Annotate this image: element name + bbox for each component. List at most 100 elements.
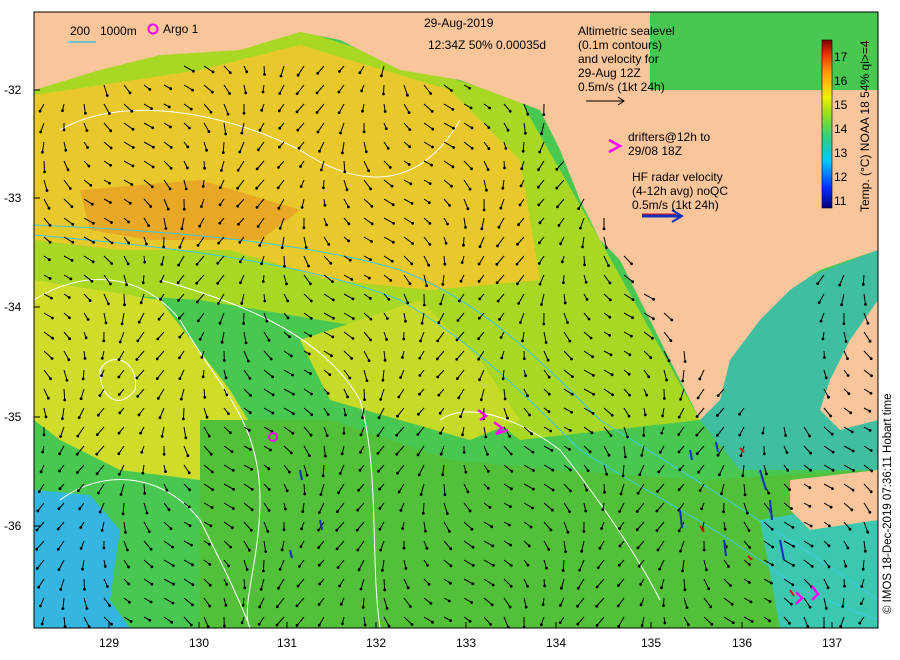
- velocity-arrow-head: [166, 207, 170, 211]
- velocity-arrow-head: [342, 432, 346, 435]
- velocity-arrow-head: [139, 301, 143, 305]
- velocity-arrow-head: [497, 225, 501, 229]
- lon-tick: 136: [731, 636, 753, 650]
- velocity-arrow-head: [616, 604, 620, 608]
- velocity-arrow-head: [335, 547, 339, 551]
- velocity-arrow-head: [595, 604, 599, 608]
- velocity-arrow-head: [250, 508, 254, 512]
- velocity-arrow-head: [566, 530, 570, 534]
- velocity-arrow-head: [278, 226, 282, 230]
- velocity-arrow-head: [439, 452, 443, 456]
- velocity-arrow: [363, 388, 365, 400]
- velocity-arrow-head: [189, 623, 193, 627]
- velocity-arrow-head: [551, 488, 555, 492]
- velocity-arrow-head: [448, 204, 451, 207]
- velocity-arrow-head: [486, 469, 490, 473]
- velocity-arrow-head: [471, 564, 475, 567]
- velocity-arrow-head: [547, 410, 551, 414]
- velocity-arrow-head: [771, 545, 775, 549]
- velocity-arrow-head: [317, 511, 321, 514]
- velocity-arrow-head: [160, 263, 164, 266]
- velocity-arrow-head: [658, 567, 661, 571]
- velocity-arrow-head: [499, 206, 503, 210]
- velocity-arrow-head: [319, 493, 323, 496]
- velocity-arrow-head: [255, 167, 259, 171]
- velocity-arrow-head: [490, 525, 494, 529]
- velocity-arrow-head: [842, 322, 846, 325]
- velocity-arrow-head: [182, 417, 185, 421]
- velocity-arrow-head: [399, 376, 402, 379]
- velocity-arrow-head: [618, 527, 621, 530]
- velocity-arrow-head: [538, 241, 541, 245]
- velocity-arrow-head: [307, 352, 311, 356]
- velocity-arrow-head: [722, 510, 725, 514]
- velocity-arrow-head: [369, 338, 372, 342]
- velocity-arrow-head: [250, 488, 254, 491]
- velocity-arrow-head: [863, 549, 867, 553]
- velocity-arrow-head: [466, 207, 470, 211]
- velocity-arrow-head: [279, 74, 283, 78]
- velocity-arrow-head: [208, 604, 212, 608]
- velocity-arrow-head: [631, 298, 635, 301]
- velocity-arrow-head: [603, 490, 606, 494]
- velocity-arrow-head: [230, 450, 234, 453]
- velocity-arrow-head: [538, 150, 542, 154]
- velocity-arrow-head: [517, 302, 520, 305]
- velocity-arrow-head: [269, 448, 272, 452]
- velocity-arrow-head: [788, 621, 791, 625]
- velocity-arrow-head: [519, 321, 522, 324]
- velocity-arrow-head: [180, 227, 184, 231]
- velocity-arrow-head: [608, 281, 612, 285]
- velocity-arrow-head: [338, 70, 341, 73]
- velocity-arrow-head: [677, 529, 681, 533]
- velocity-arrow: [222, 141, 225, 153]
- velocity-arrow-head: [351, 297, 355, 301]
- velocity-arrow-head: [35, 528, 39, 532]
- velocity-arrow-head: [135, 358, 139, 361]
- velocity-arrow-head: [71, 223, 75, 226]
- velocity-arrow-head: [868, 409, 872, 413]
- velocity-arrow-head: [478, 297, 482, 301]
- velocity-arrow-head: [62, 128, 66, 132]
- velocity-arrow-head: [237, 222, 240, 226]
- velocity-arrow-head: [250, 467, 254, 471]
- velocity-arrow-head: [546, 358, 550, 362]
- velocity-arrow-head: [524, 605, 528, 609]
- velocity-arrow-head: [727, 565, 730, 568]
- velocity-arrow-head: [231, 468, 235, 472]
- velocity-arrow-head: [829, 505, 833, 509]
- velocity-arrow-head: [491, 544, 495, 548]
- velocity-arrow-head: [605, 472, 608, 476]
- velocity-arrow-head: [859, 602, 863, 605]
- velocity-arrow-head: [419, 493, 423, 496]
- legend-contour-200: 200: [70, 24, 91, 38]
- velocity-arrow-head: [547, 392, 551, 396]
- velocity-arrow-head: [410, 202, 414, 205]
- velocity-arrow-head: [231, 526, 234, 530]
- velocity-arrow-head: [649, 356, 653, 360]
- velocity-arrow-head: [621, 474, 625, 478]
- velocity-arrow-head: [83, 587, 86, 591]
- velocity-arrow-head: [679, 549, 682, 553]
- velocity-arrow-head: [829, 414, 832, 418]
- velocity-arrow-head: [177, 263, 181, 267]
- velocity-arrow-head: [357, 488, 361, 492]
- velocity-arrow-head: [124, 531, 127, 534]
- velocity-arrow-head: [592, 392, 595, 396]
- velocity-arrow-head: [238, 150, 242, 154]
- velocity-arrow-head: [149, 547, 153, 551]
- velocity-arrow-head: [418, 356, 422, 360]
- velocity-arrow-head: [39, 604, 42, 608]
- velocity-arrow-head: [652, 317, 655, 321]
- velocity-arrow-head: [244, 341, 248, 345]
- velocity-arrow-head: [135, 376, 139, 380]
- velocity-arrow-head: [456, 377, 459, 380]
- velocity-arrow-head: [466, 490, 470, 494]
- velocity-arrow-head: [145, 511, 149, 515]
- lon-tick: 130: [188, 636, 210, 650]
- velocity-arrow-head: [131, 127, 135, 131]
- velocity-arrow-head: [285, 489, 289, 493]
- velocity-arrow-head: [390, 184, 394, 188]
- velocity-arrow-head: [164, 470, 167, 473]
- velocity-arrow-head: [348, 376, 352, 380]
